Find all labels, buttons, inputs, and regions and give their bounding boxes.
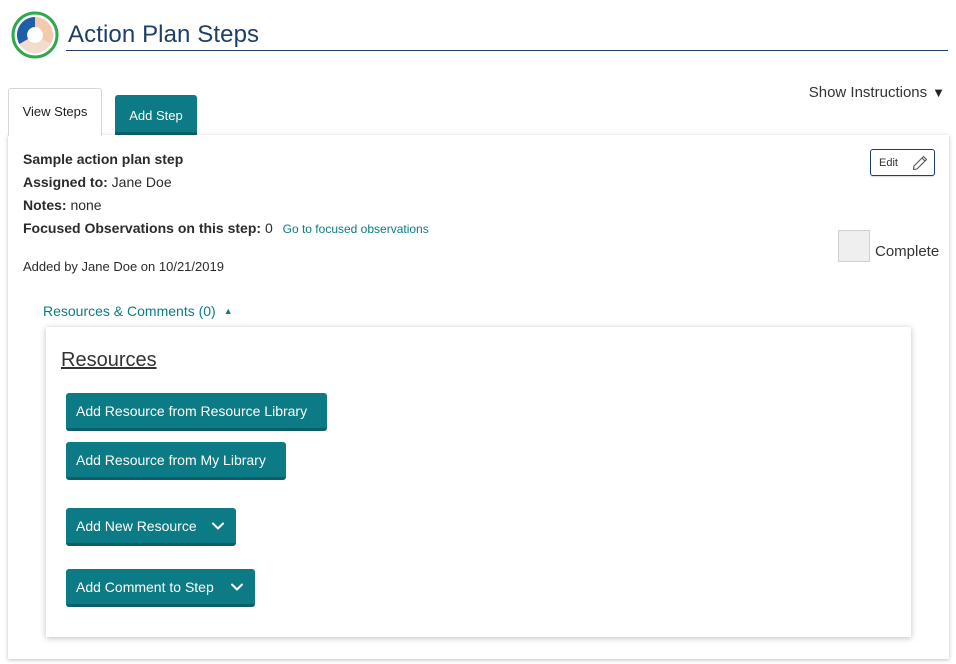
tab-add-step-label: Add Step	[129, 108, 183, 123]
add-resource-from-library-label: Add Resource from Resource Library	[76, 402, 308, 419]
resources-comments-toggle[interactable]: Resources & Comments (0) ▲	[43, 303, 233, 319]
tab-add-step[interactable]: Add Step	[115, 95, 197, 135]
title-divider	[66, 50, 948, 51]
resources-panel: Resources Add Resource from Resource Lib…	[46, 327, 911, 637]
complete-label: Complete	[875, 243, 940, 260]
go-to-focused-observations-link[interactable]: Go to focused observations	[283, 222, 429, 236]
notes-row: Notes: none	[23, 197, 102, 213]
edit-button[interactable]: Edit	[870, 149, 935, 176]
added-by-text: Added by Jane Doe on 10/21/2019	[23, 259, 224, 274]
assigned-to-label: Assigned to:	[23, 174, 108, 190]
tab-view-steps-label: View Steps	[22, 104, 88, 119]
tab-view-steps[interactable]: View Steps	[8, 88, 102, 136]
circular-segments-logo-icon	[11, 11, 59, 59]
complete-checkbox[interactable]	[838, 230, 870, 262]
step-card: Sample action plan step Assigned to: Jan…	[8, 135, 949, 659]
step-title: Sample action plan step	[23, 151, 184, 167]
add-comment-to-step-label: Add Comment to Step	[76, 578, 214, 595]
caret-up-icon: ▲	[223, 306, 233, 316]
add-comment-to-step-button[interactable]: Add Comment to Step	[66, 569, 255, 607]
pencil-icon	[912, 155, 928, 170]
resources-comments-label: Resources & Comments (0)	[43, 303, 216, 319]
add-new-resource-label: Add New Resource	[76, 517, 197, 534]
assigned-to-value: Jane Doe	[111, 174, 172, 190]
chevron-down-icon	[212, 522, 224, 529]
resources-heading: Resources	[61, 349, 157, 371]
assigned-to-row: Assigned to: Jane Doe	[23, 174, 172, 190]
focused-observations-label: Focused Observations on this step:	[23, 220, 262, 236]
chevron-down-icon	[231, 583, 243, 590]
show-instructions-toggle[interactable]: Show Instructions ▼	[809, 84, 945, 101]
caret-down-icon: ▼	[932, 85, 945, 100]
add-resource-from-my-library-label: Add Resource from My Library	[76, 451, 266, 468]
add-new-resource-button[interactable]: Add New Resource	[66, 508, 236, 546]
notes-value: none	[70, 197, 102, 213]
show-instructions-label: Show Instructions	[808, 84, 928, 101]
app-logo	[10, 10, 60, 60]
focused-observations-row: Focused Observations on this step: 0 Go …	[23, 220, 429, 236]
notes-label: Notes:	[23, 197, 67, 213]
add-resource-from-library-button[interactable]: Add Resource from Resource Library	[66, 393, 327, 431]
focused-observations-count: 0	[264, 220, 273, 236]
page-title: Action Plan Steps	[68, 21, 260, 48]
add-resource-from-my-library-button[interactable]: Add Resource from My Library	[66, 442, 286, 480]
edit-button-label: Edit	[879, 156, 898, 169]
